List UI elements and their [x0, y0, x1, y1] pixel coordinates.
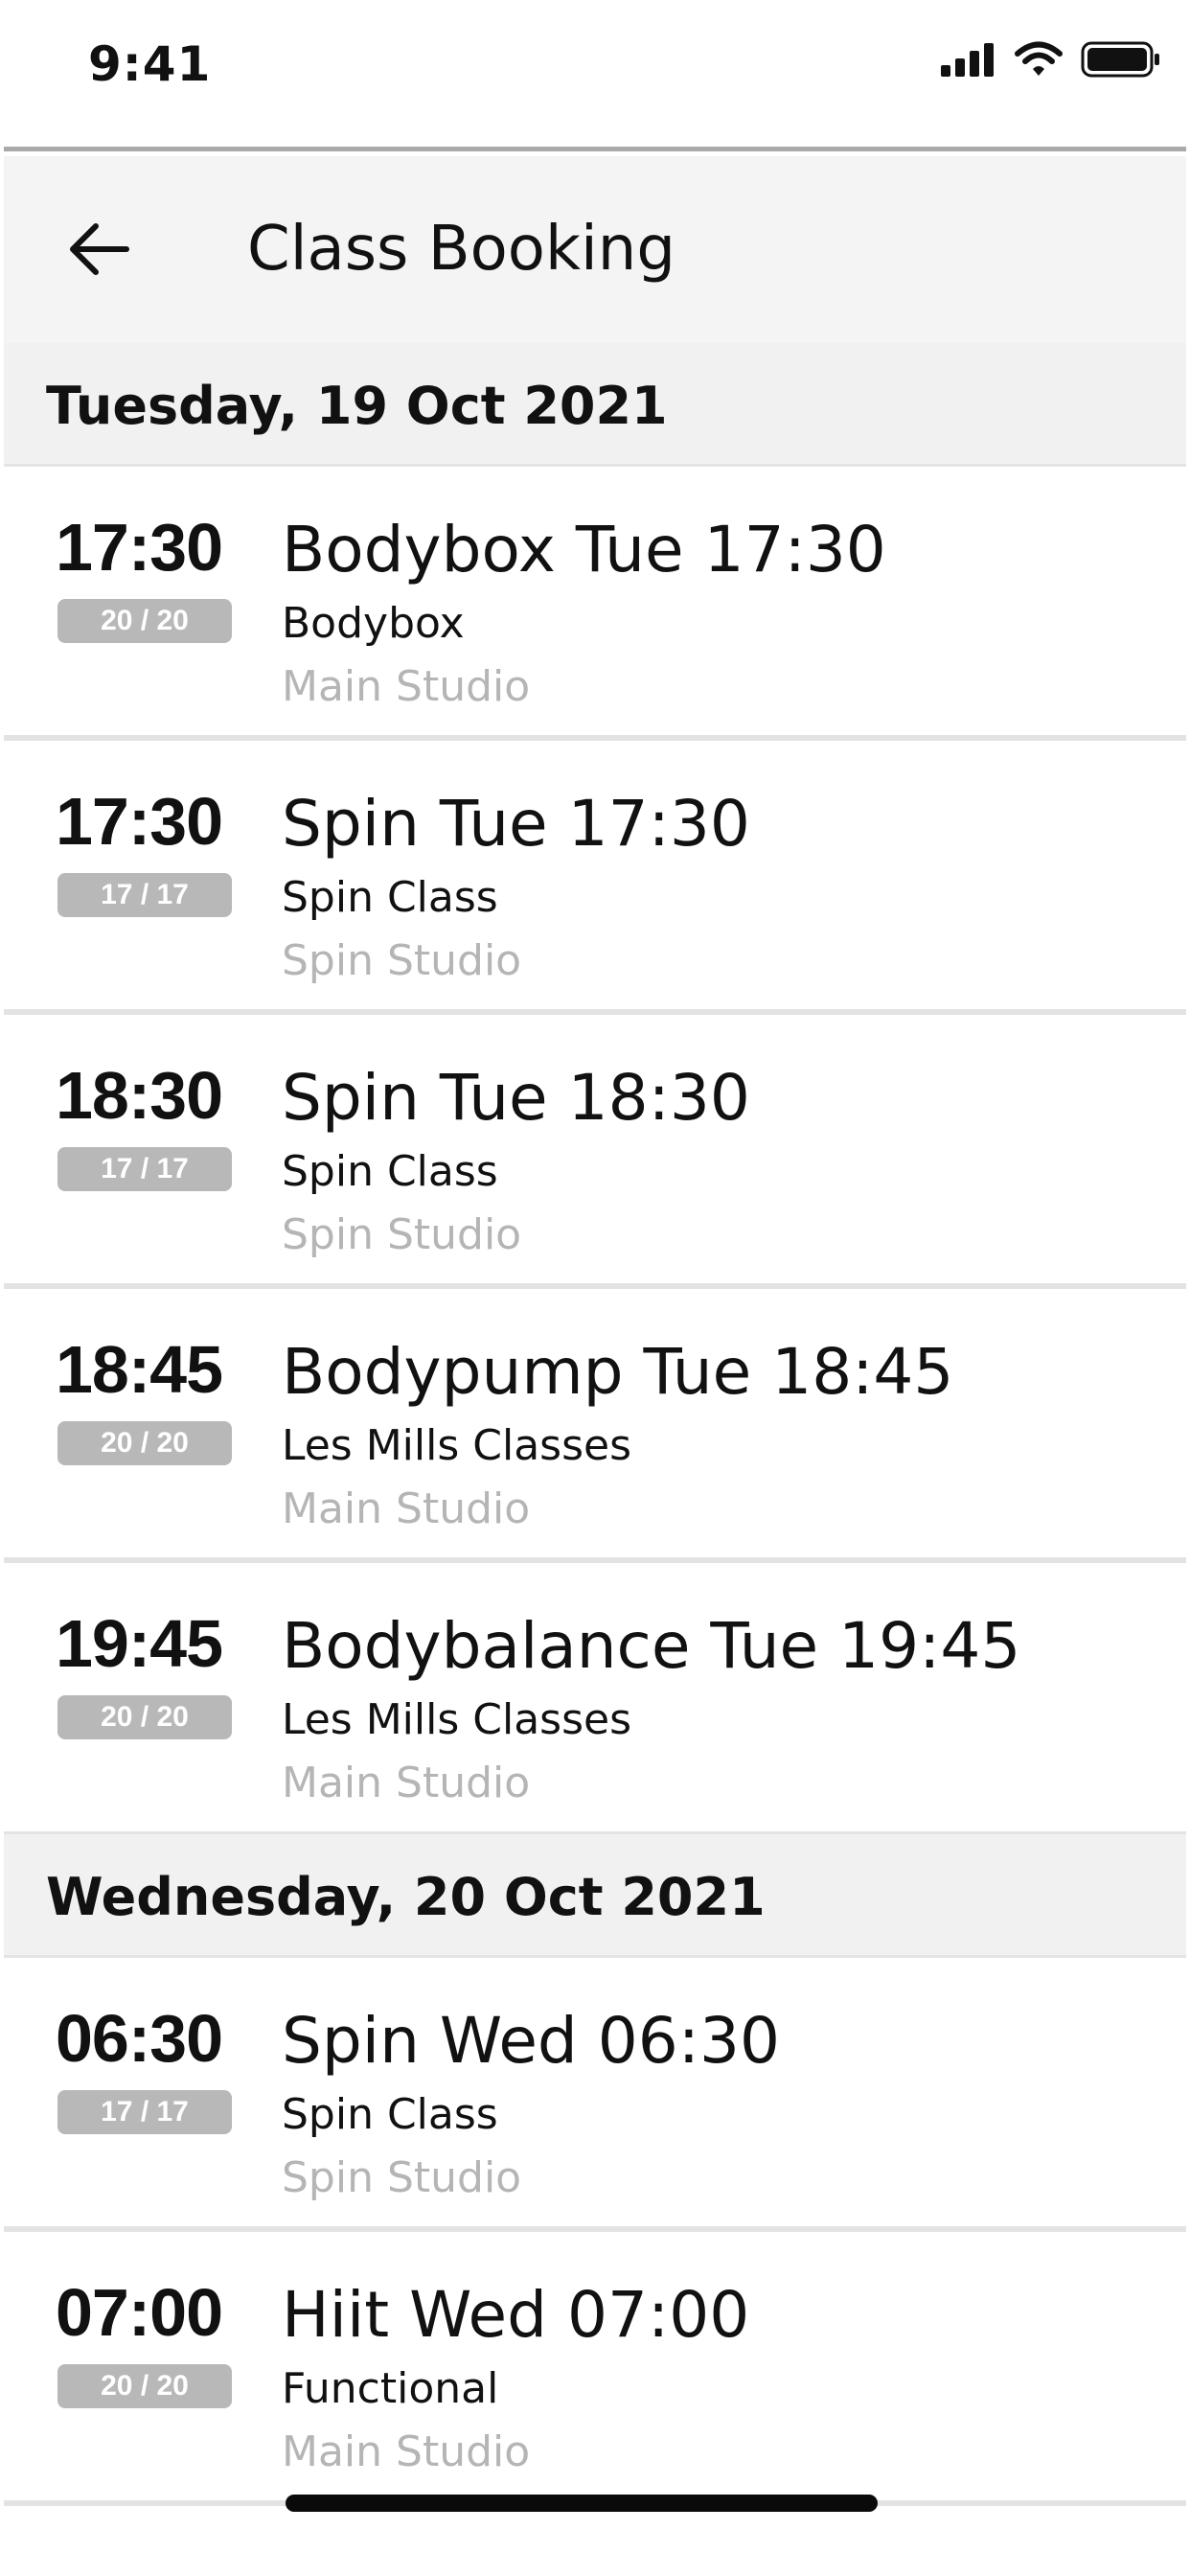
class-row[interactable]: 19:45 20 / 20 Bodybalance Tue 19:45 Les … [4, 1563, 1186, 1834]
day-header-label: Tuesday, 19 Oct 2021 [46, 376, 668, 436]
class-category: Les Mills Classes [282, 1421, 632, 1470]
class-name: Hiit Wed 07:00 [282, 2278, 750, 2352]
class-name: Spin Tue 18:30 [282, 1061, 750, 1135]
page-title: Class Booking [247, 214, 675, 285]
day-header: Tuesday, 19 Oct 2021 [4, 343, 1186, 467]
class-time: 06:30 [56, 2001, 223, 2076]
class-time: 18:30 [56, 1058, 223, 1133]
class-name: Spin Tue 17:30 [282, 787, 750, 861]
capacity-badge: 20 / 20 [57, 1421, 232, 1465]
capacity-badge: 17 / 17 [57, 1147, 232, 1191]
class-category: Spin Class [282, 2090, 498, 2139]
class-time: 17:30 [56, 784, 223, 859]
status-time: 9:41 [88, 36, 212, 92]
class-name: Bodybox Tue 17:30 [282, 513, 886, 586]
class-row[interactable]: 18:45 20 / 20 Bodypump Tue 18:45 Les Mil… [4, 1289, 1186, 1563]
arrow-left-icon [69, 222, 130, 281]
status-bar: 9:41 [0, 0, 1190, 151]
home-indicator[interactable] [286, 2495, 878, 2512]
class-row[interactable]: 17:30 17 / 17 Spin Tue 17:30 Spin Class … [4, 741, 1186, 1015]
wifi-icon [1014, 41, 1064, 82]
class-row[interactable]: 06:30 17 / 17 Spin Wed 06:30 Spin Class … [4, 1958, 1186, 2232]
class-name: Bodypump Tue 18:45 [282, 1335, 954, 1409]
capacity-badge: 20 / 20 [57, 2364, 232, 2408]
class-row[interactable]: 07:00 20 / 20 Hiit Wed 07:00 Functional … [4, 2232, 1186, 2506]
cellular-signal-icon [939, 42, 996, 81]
class-time: 17:30 [56, 510, 223, 585]
class-location: Main Studio [282, 1484, 531, 1533]
status-icons [939, 40, 1161, 83]
class-list: Tuesday, 19 Oct 2021 17:30 20 / 20 Bodyb… [4, 343, 1186, 2506]
class-category: Functional [282, 2364, 499, 2413]
class-row[interactable]: 17:30 20 / 20 Bodybox Tue 17:30 Bodybox … [4, 467, 1186, 741]
class-category: Spin Class [282, 1147, 498, 1196]
class-row[interactable]: 18:30 17 / 17 Spin Tue 18:30 Spin Class … [4, 1015, 1186, 1289]
class-location: Main Studio [282, 662, 531, 711]
day-header-label: Wednesday, 20 Oct 2021 [46, 1867, 766, 1927]
battery-icon [1081, 40, 1161, 83]
class-location: Spin Studio [282, 936, 522, 985]
class-location: Main Studio [282, 2427, 531, 2476]
class-category: Spin Class [282, 873, 498, 922]
class-name: Spin Wed 06:30 [282, 2004, 781, 2078]
class-category: Bodybox [282, 599, 465, 648]
status-divider [4, 147, 1186, 151]
class-location: Spin Studio [282, 1210, 522, 1259]
class-location: Spin Studio [282, 2153, 522, 2202]
class-location: Main Studio [282, 1759, 531, 1807]
class-name: Bodybalance Tue 19:45 [282, 1609, 1021, 1683]
class-time: 19:45 [56, 1606, 223, 1681]
capacity-badge: 20 / 20 [57, 599, 232, 643]
class-category: Les Mills Classes [282, 1695, 632, 1744]
class-time: 07:00 [56, 2275, 223, 2350]
day-header: Wednesday, 20 Oct 2021 [4, 1834, 1186, 1958]
app-bar: Class Booking [4, 156, 1186, 343]
capacity-badge: 17 / 17 [57, 873, 232, 917]
back-button[interactable] [65, 217, 134, 286]
class-time: 18:45 [56, 1332, 223, 1407]
capacity-badge: 20 / 20 [57, 1695, 232, 1739]
capacity-badge: 17 / 17 [57, 2090, 232, 2134]
